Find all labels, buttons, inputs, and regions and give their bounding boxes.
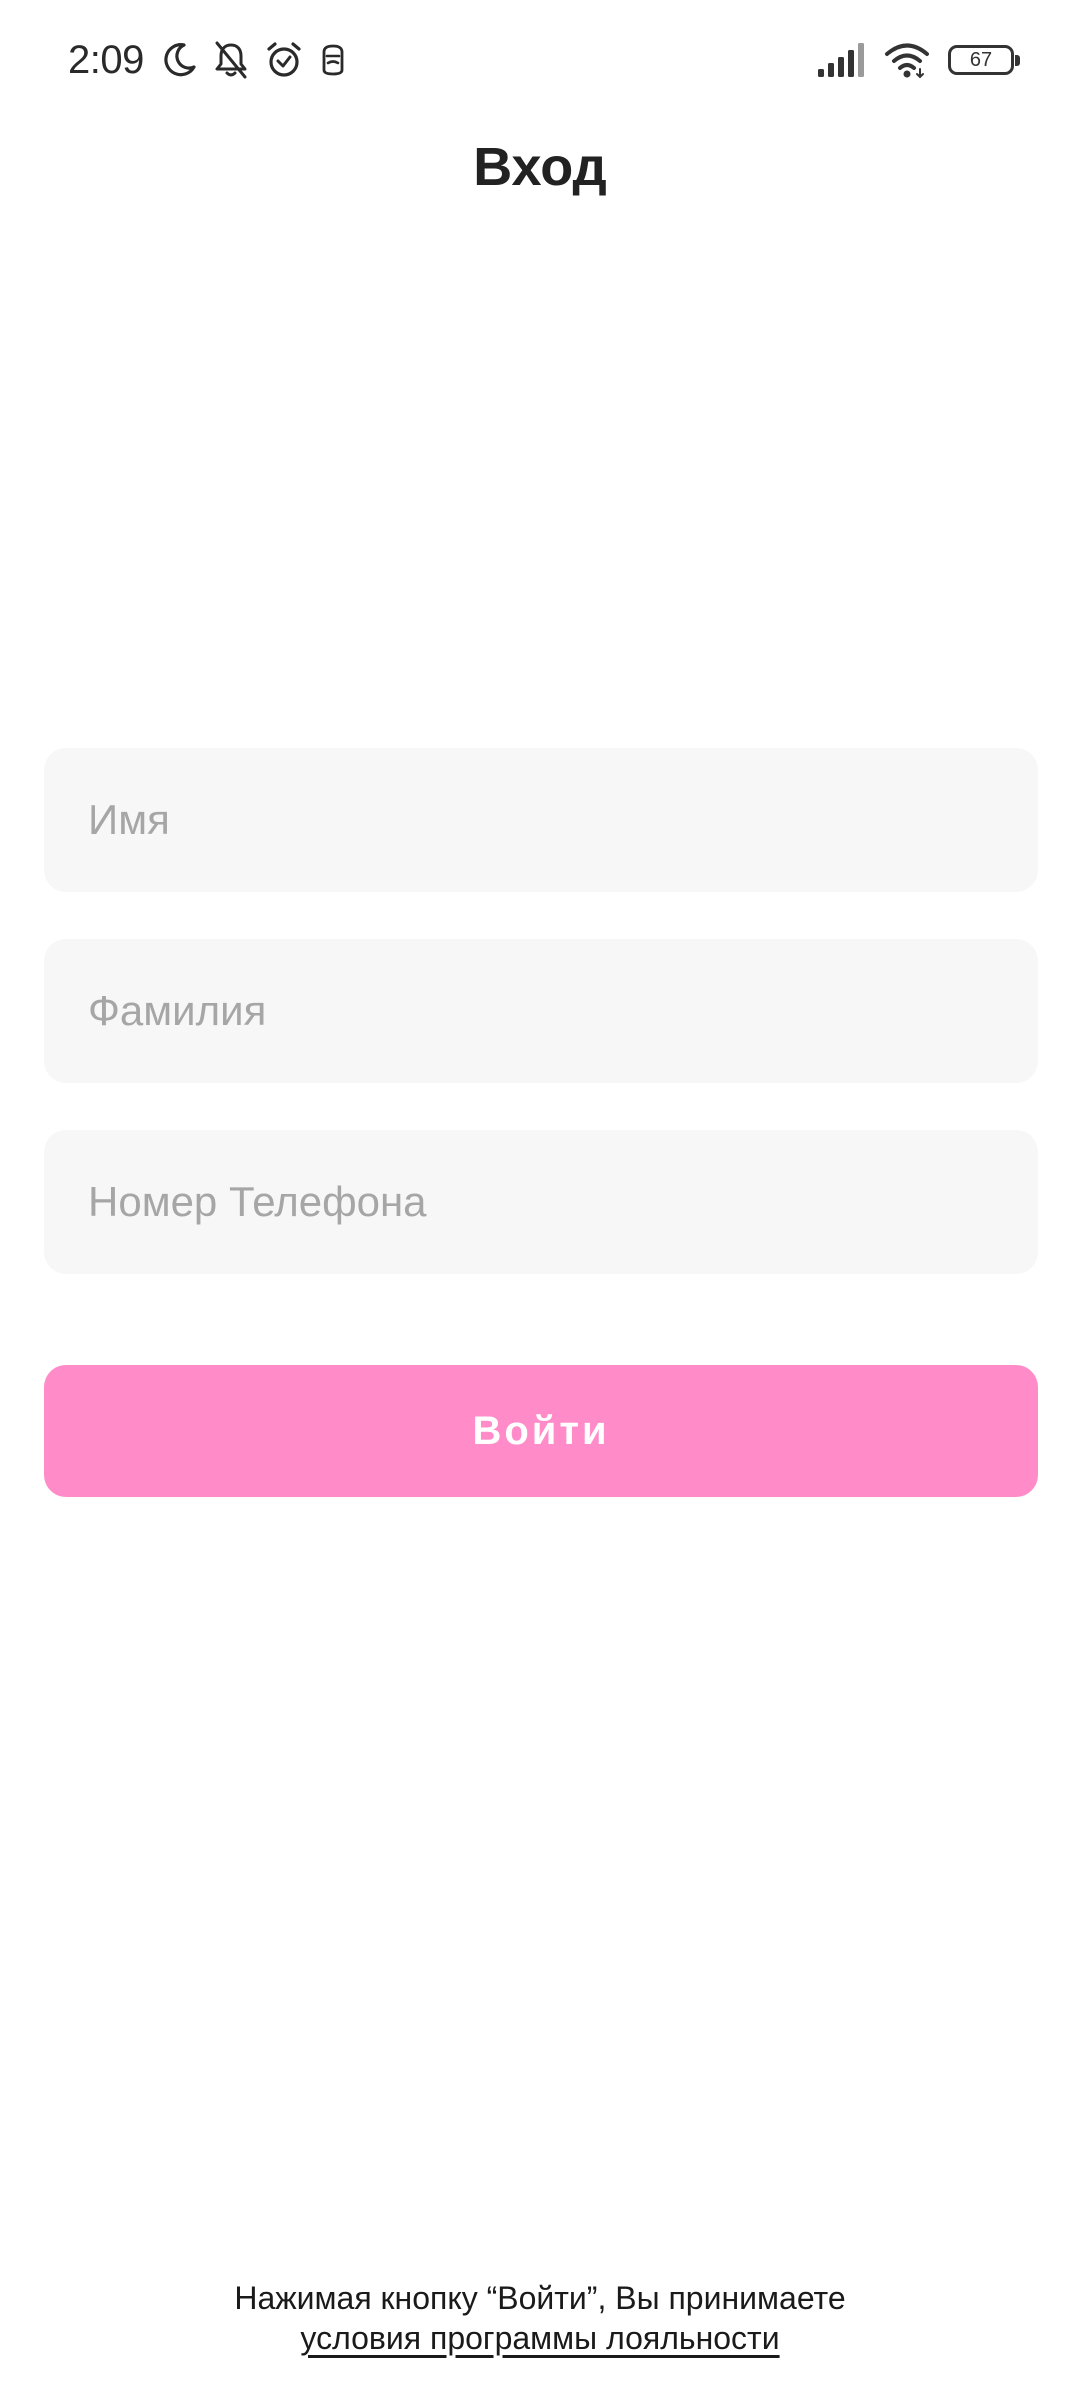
signal-icon — [818, 43, 866, 77]
battery-icon: 67 — [948, 45, 1020, 75]
last-name-field[interactable] — [44, 939, 1038, 1083]
page-title: Вход — [473, 137, 607, 197]
bell-off-icon — [212, 40, 250, 80]
footer: Нажимая кнопку “Войти”, Вы принимаете ус… — [0, 2278, 1080, 2358]
login-button[interactable]: Войти — [44, 1365, 1038, 1497]
battery-level: 67 — [969, 49, 993, 71]
status-time: 2:09 — [68, 37, 144, 82]
status-left: 2:09 — [68, 38, 348, 83]
loyalty-terms-link[interactable]: условия программы лояльности — [300, 2320, 779, 2356]
first-name-field[interactable] — [44, 748, 1038, 892]
wifi-icon — [884, 41, 930, 79]
app-notification-icon — [318, 42, 348, 78]
moon-icon — [160, 41, 198, 79]
status-bar: 2:09 67 — [0, 0, 1080, 120]
phone-input[interactable] — [88, 1130, 1038, 1274]
alarm-icon — [264, 40, 304, 80]
login-screen: 2:09 67 Вход Имя Фамилия Номер Телефона … — [0, 0, 1080, 2400]
phone-field[interactable] — [44, 1130, 1038, 1274]
first-name-input[interactable] — [88, 748, 1038, 892]
status-right: 67 — [818, 41, 1020, 79]
consent-text: Нажимая кнопку “Войти”, Вы принимаете — [234, 2280, 846, 2316]
last-name-input[interactable] — [88, 939, 1038, 1083]
